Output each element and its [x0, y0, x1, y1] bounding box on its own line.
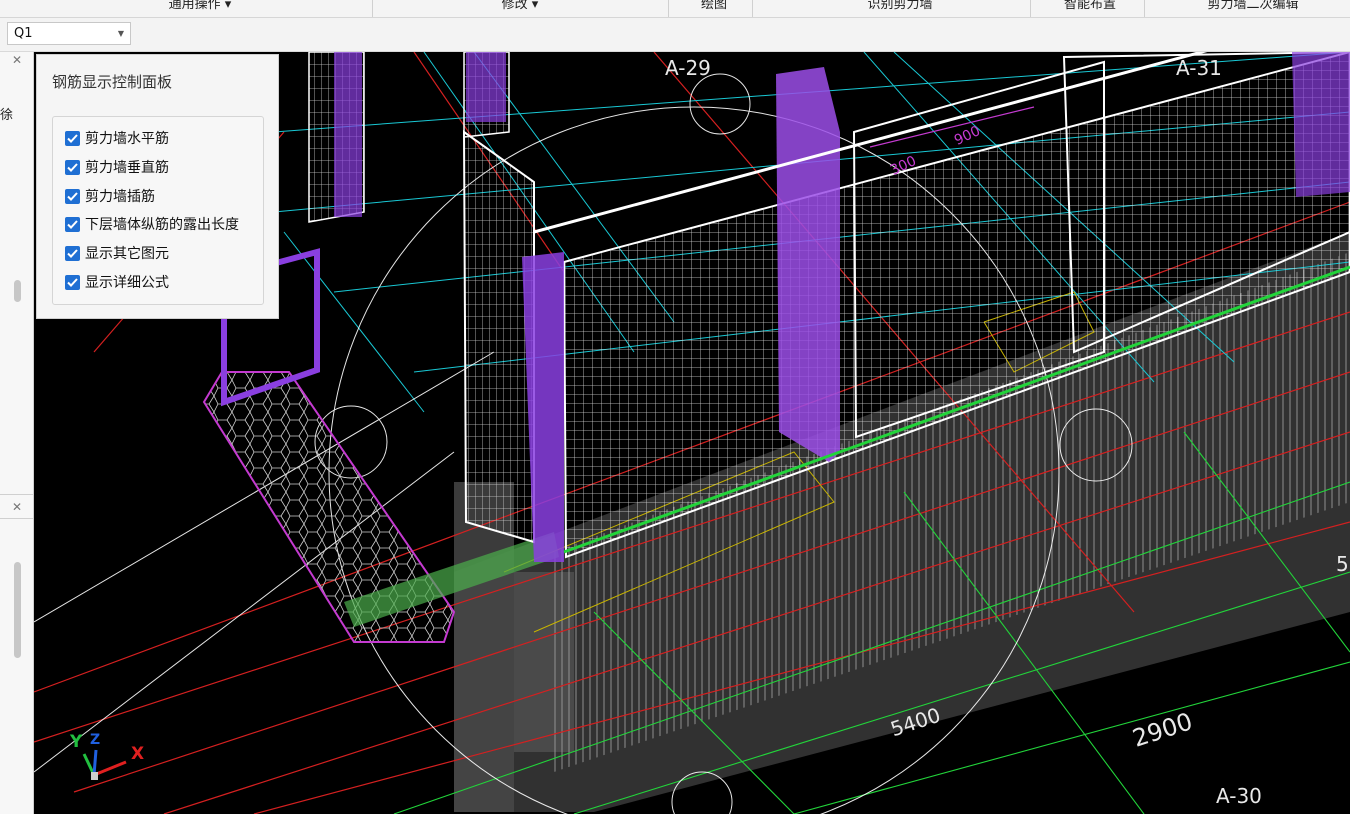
- axis-label-a29: A-29: [665, 56, 711, 80]
- floor-select[interactable]: Q1 ▼: [7, 22, 131, 45]
- ribbon-separator: [1144, 0, 1145, 17]
- dimension-line: [869, 106, 1035, 148]
- shear-wall-side: [462, 130, 535, 544]
- ribbon-group-smart-layout[interactable]: 智能布置: [1036, 0, 1144, 16]
- option-label: 剪力墙插筋: [85, 189, 155, 205]
- option-shear-wall-vertical-rebar[interactable]: 剪力墙垂直筋: [65, 157, 169, 177]
- close-icon[interactable]: ✕: [12, 53, 22, 67]
- ribbon-group-modify[interactable]: 修改 ▾: [440, 0, 600, 16]
- ribbon-group-identify-shear-wall[interactable]: 识别剪力墙: [800, 0, 1000, 16]
- floor-toolbar: Q1 ▼: [0, 18, 1350, 52]
- axis-y-label: Y: [70, 732, 83, 752]
- ribbon-separator: [1030, 0, 1031, 17]
- option-shear-wall-horizontal-rebar[interactable]: 剪力墙水平筋: [65, 128, 169, 148]
- ribbon-separator: [372, 0, 373, 17]
- panel-title: 钢筋显示控制面板: [52, 73, 173, 91]
- ribbon-group-shear-wall-edit[interactable]: 剪力墙二次编辑: [1160, 0, 1346, 16]
- rebar-display-control-panel: 钢筋显示控制面板 剪力墙水平筋 剪力墙垂直筋 剪力墙插筋 下层墙体纵筋的露出长度…: [36, 54, 279, 319]
- purple-column: [776, 67, 840, 462]
- dimension-partial: 5: [1336, 552, 1349, 576]
- ribbon-group-draw[interactable]: 绘图: [676, 0, 752, 16]
- checkbox-checked-icon[interactable]: [65, 159, 80, 175]
- option-label: 下层墙体纵筋的露出长度: [85, 217, 239, 233]
- axis-label-a30: A-30: [1216, 784, 1262, 808]
- left-dock-panel: ✕ 徐 ✕: [0, 52, 34, 814]
- option-show-detailed-formula[interactable]: 显示详细公式: [65, 272, 169, 292]
- floor-select-value: Q1: [14, 26, 33, 41]
- option-lower-wall-rebar-exposed-length[interactable]: 下层墙体纵筋的露出长度: [65, 214, 239, 234]
- option-shear-wall-dowel-rebar[interactable]: 剪力墙插筋: [65, 186, 155, 206]
- option-label: 显示其它图元: [85, 246, 169, 262]
- option-show-other-elements[interactable]: 显示其它图元: [65, 243, 169, 263]
- ribbon-separator: [752, 0, 753, 17]
- checkbox-checked-icon[interactable]: [65, 245, 80, 261]
- checkbox-checked-icon[interactable]: [65, 130, 80, 146]
- checkbox-checked-icon[interactable]: [65, 188, 80, 204]
- ribbon-group-general-ops[interactable]: 通用操作 ▾: [110, 0, 290, 16]
- ribbon-bar: 通用操作 ▾ 修改 ▾ 绘图 识别剪力墙 智能布置 剪力墙二次编辑: [0, 0, 1350, 18]
- panel-divider: [0, 518, 33, 519]
- option-label: 剪力墙水平筋: [85, 131, 169, 147]
- purple-column-back: [466, 52, 506, 122]
- checkbox-checked-icon[interactable]: [65, 274, 80, 290]
- chevron-down-icon: ▼: [117, 29, 124, 38]
- options-group: 剪力墙水平筋 剪力墙垂直筋 剪力墙插筋 下层墙体纵筋的露出长度 显示其它图元 显…: [52, 116, 264, 305]
- close-icon[interactable]: ✕: [12, 500, 22, 514]
- scrollbar-thumb[interactable]: [14, 280, 21, 302]
- option-label: 剪力墙垂直筋: [85, 160, 169, 176]
- purple-column-back: [334, 52, 362, 217]
- option-label: 显示详细公式: [85, 275, 169, 291]
- ribbon-separator: [668, 0, 669, 17]
- left-panel-title: 徐: [0, 108, 14, 123]
- axis-label-a31: A-31: [1176, 56, 1222, 80]
- axis-z-label: Z: [90, 732, 101, 748]
- purple-column: [1292, 52, 1350, 197]
- checkbox-checked-icon[interactable]: [65, 216, 80, 232]
- scrollbar-thumb[interactable]: [14, 562, 21, 658]
- axis-x-label: X: [131, 744, 145, 764]
- panel-divider: [0, 494, 33, 495]
